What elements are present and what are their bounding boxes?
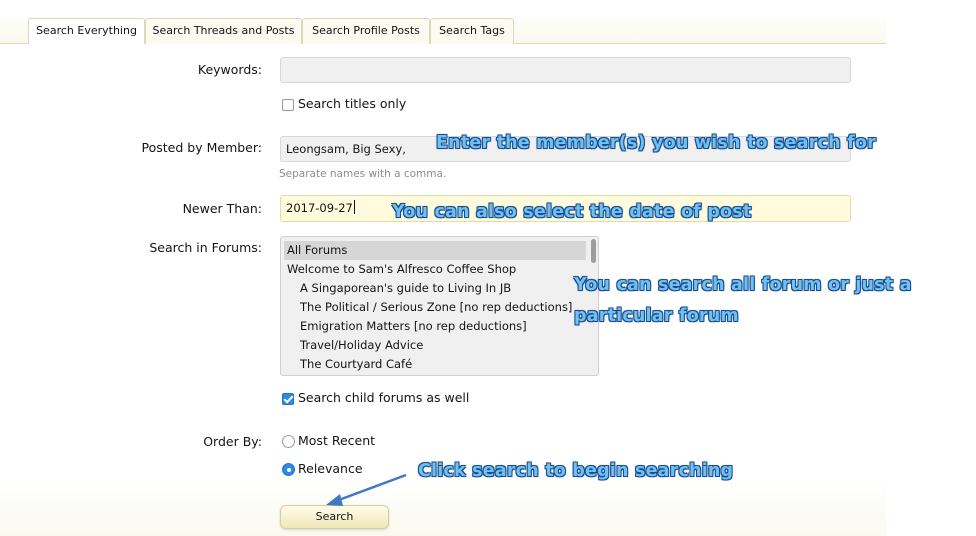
pointer-arrow-icon <box>326 473 407 506</box>
